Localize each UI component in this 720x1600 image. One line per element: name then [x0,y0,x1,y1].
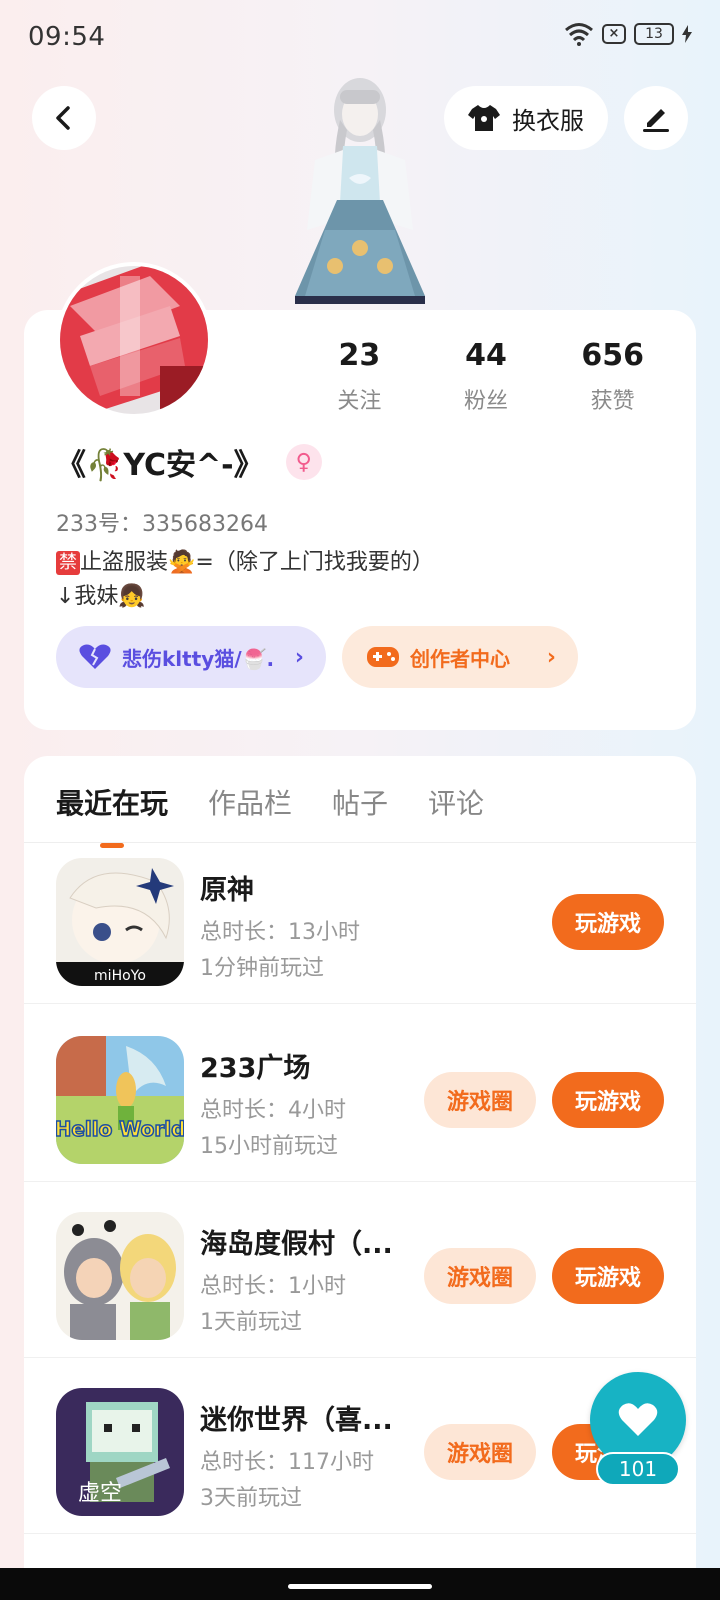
status-icons: × 13 [564,22,692,46]
game-circle-button[interactable]: 游戏圈 [424,1072,536,1128]
status-bar: 09:54 × 13 [0,0,720,76]
game-duration: 总时长：117小时 [200,1450,374,1475]
creator-center-label: 创作者中心 [410,646,510,671]
game-row[interactable]: 海岛度假村（... 总时长：1小时 1天前玩过 游戏圈 玩游戏 [24,1182,696,1358]
chevron-right-icon: › [546,644,556,670]
game-last-played: 3天前玩过 [200,1486,302,1511]
avatar-image [60,266,208,414]
game-name: 迷你世界（喜... [200,1405,393,1436]
nickname-text: 《🥀YC安^-》 [56,448,264,483]
chevron-right-icon: › [294,644,304,670]
tab-posts[interactable]: 帖子 [332,782,388,822]
stat-following-label: 关注 [337,389,382,414]
charging-icon [682,25,692,43]
game-circle-button[interactable]: 游戏圈 [424,1248,536,1304]
stat-followers[interactable]: 44 粉丝 [423,338,550,415]
game-circle-button[interactable]: 游戏圈 [424,1424,536,1480]
game-duration: 总时长：4小时 [200,1098,346,1123]
battery-icon: 13 [634,23,674,45]
battery-level: 13 [645,26,663,42]
wifi-icon [565,23,593,46]
game-icon-mini-world: 虚空 [56,1388,184,1516]
family-group-label: 悲伤kltty猫/🍧. [122,646,275,671]
tab-works[interactable]: 作品栏 [208,782,292,822]
stat-followers-count: 44 [465,338,507,373]
change-outfit-label: 换衣服 [512,106,584,135]
game-last-played: 1分钟前玩过 [200,956,324,981]
game-row[interactable]: 虚空 迷你世界（喜... 总时长：117小时 3天前玩过 游戏圈 玩游戏 [24,1358,696,1534]
stat-following[interactable]: 23 关注 [296,338,423,415]
pencil-icon [643,109,669,132]
broken-heart-icon [79,644,111,669]
back-button[interactable] [32,86,96,150]
profile-avatar[interactable] [56,262,212,418]
tshirt-icon [468,105,500,131]
bio-line-1: 禁止盗服装🙅=（除了上门找我要的） [56,546,434,580]
game-last-played: 15小时前玩过 [200,1134,338,1159]
heart-icon [618,1403,658,1436]
profile-uid: 233号：335683264 [56,512,268,537]
change-outfit-button[interactable]: 换衣服 [444,86,608,150]
game-icon-text: Hello World [56,1117,184,1141]
game-icon-island-resort [56,1212,184,1340]
gender-symbol: ♀ [295,449,312,475]
game-duration: 总时长：1小时 [200,1274,346,1299]
play-game-button[interactable]: 玩游戏 [552,1072,664,1128]
stat-likes-count: 656 [581,338,644,373]
game-name: 233广场 [200,1053,311,1084]
game-icon-text: miHoYo [94,968,146,984]
profile-stats: 23 关注 44 粉丝 656 获赞 [296,338,676,415]
creator-center-button[interactable]: 创作者中心 › [342,626,578,688]
chevron-left-icon [56,106,70,130]
stat-likes-label: 获赞 [590,389,635,414]
play-game-button[interactable]: 玩游戏 [552,894,664,950]
status-time: 09:54 [28,22,106,52]
bio-line-1-text: 止盗服装🙅=（除了上门找我要的） [80,550,434,575]
game-name: 原神 [200,875,254,906]
stat-likes[interactable]: 656 获赞 [549,338,676,415]
gender-female-icon: ♀ [285,444,322,480]
activity-card: 最近在玩 作品栏 帖子 评论 miHoYo 原神 总时长：13小时 1分钟前玩过… [24,756,696,1600]
edit-profile-button[interactable] [624,86,688,150]
profile-bio: 禁止盗服装🙅=（除了上门找我要的） ↓我妹👧 [56,546,434,614]
stat-followers-label: 粉丝 [464,389,509,414]
game-row[interactable]: miHoYo 原神 总时长：13小时 1分钟前玩过 玩游戏 [24,828,696,1004]
game-icon-genshin: miHoYo [56,858,184,986]
ban-emoji: 禁 [56,551,80,575]
game-icon-233-plaza: Hello World [56,1036,184,1164]
game-icon-text: 虚空 [78,1481,122,1506]
profile-tabs: 最近在玩 作品栏 帖子 评论 [56,782,484,848]
bio-line-2: ↓我妹👧 [56,584,146,609]
family-group-button[interactable]: 悲伤kltty猫/🍧. › [56,626,326,688]
game-duration: 总时长：13小时 [200,920,360,945]
tab-comments[interactable]: 评论 [428,782,484,822]
gamepad-icon [367,647,399,667]
tab-recently-played[interactable]: 最近在玩 [56,782,168,848]
profile-nickname: 《🥀YC安^-》 ♀ [56,440,322,484]
game-name: 海岛度假村（... [200,1229,393,1260]
game-last-played: 1天前玩过 [200,1310,302,1335]
home-gesture-handle[interactable] [288,1584,432,1589]
game-row[interactable]: Hello World 233广场 总时长：4小时 15小时前玩过 游戏圈 玩游… [24,1006,696,1182]
sim-off-icon: × [602,24,626,44]
avatar-character-model[interactable] [285,70,435,310]
like-count-badge: 101 [596,1452,680,1486]
play-game-button[interactable]: 玩游戏 [552,1248,664,1304]
stat-following-count: 23 [338,338,381,373]
